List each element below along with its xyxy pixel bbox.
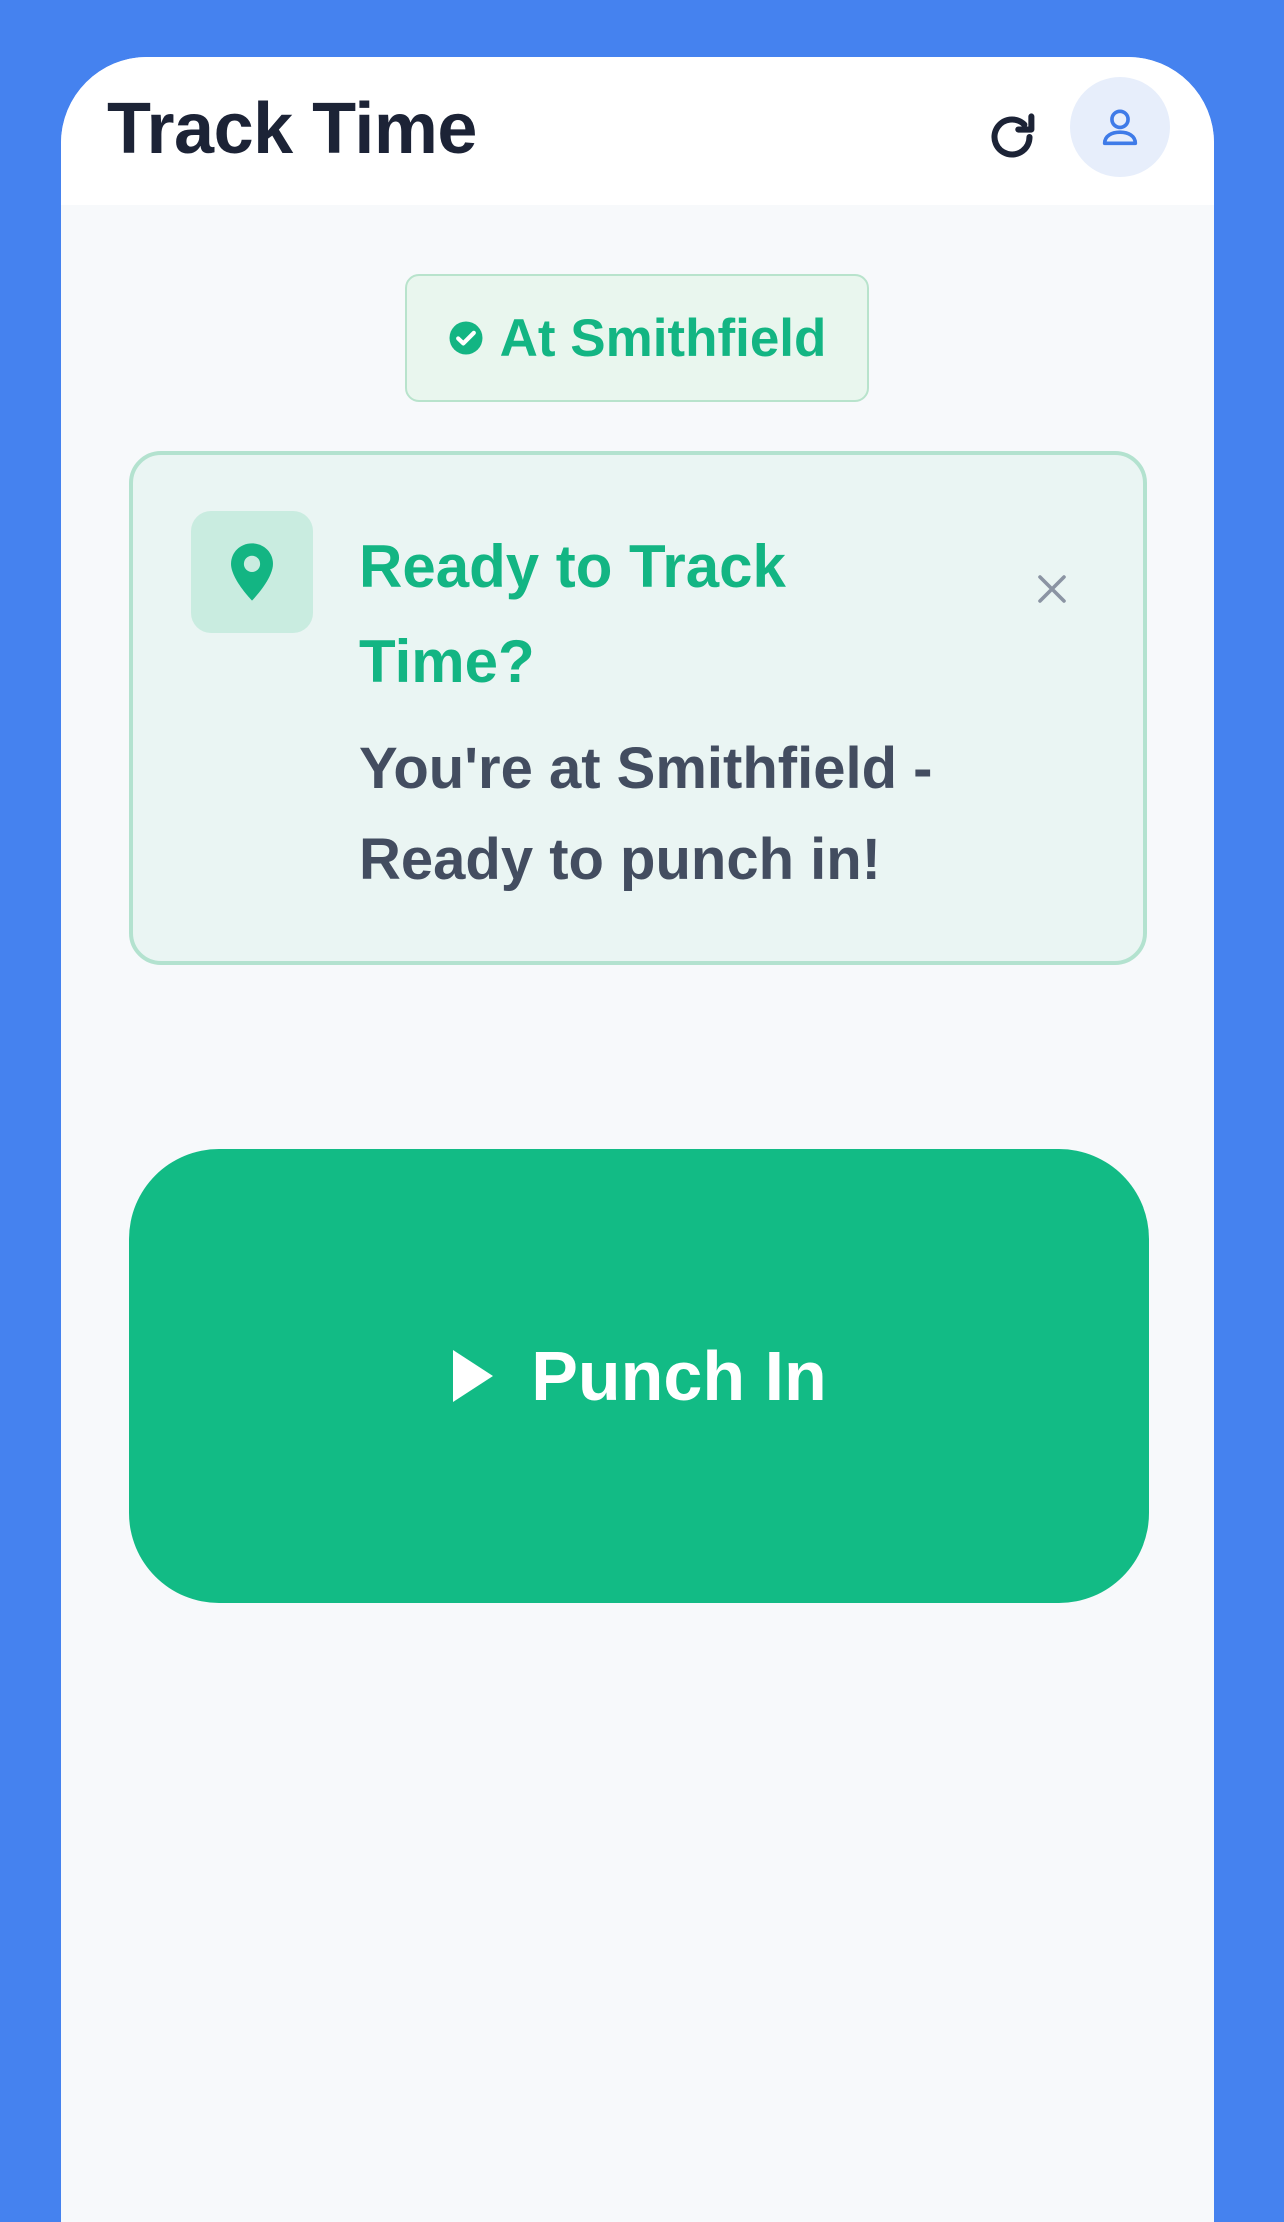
refresh-icon — [991, 113, 1035, 158]
app-bar: Track Time — [61, 57, 1214, 205]
location-chip-label: At Smithfield — [499, 308, 827, 368]
app-screen: Track Time At Smithfield Ready to Track … — [61, 57, 1214, 2222]
user-icon — [1102, 109, 1138, 146]
banner-title: Ready to Track Time? — [359, 533, 786, 695]
punch-in-label: Punch In — [531, 1337, 827, 1415]
banner-close-button[interactable] — [1022, 559, 1082, 619]
punch-in-button[interactable]: Punch In — [129, 1149, 1149, 1603]
refresh-button[interactable] — [972, 97, 1052, 177]
close-icon — [1038, 575, 1066, 603]
profile-button[interactable] — [1070, 77, 1170, 177]
map-pin-icon — [231, 543, 273, 601]
ready-to-track-banner: Ready to Track Time? You're at Smithfiel… — [129, 451, 1147, 965]
location-status-chip: At Smithfield — [405, 274, 869, 402]
banner-icon-box — [191, 511, 313, 633]
banner-message: You're at Smithfield - Ready to punch in… — [359, 736, 933, 892]
play-icon — [453, 1350, 494, 1402]
page-title: Track Time — [107, 89, 477, 169]
check-circle-icon — [449, 321, 483, 355]
